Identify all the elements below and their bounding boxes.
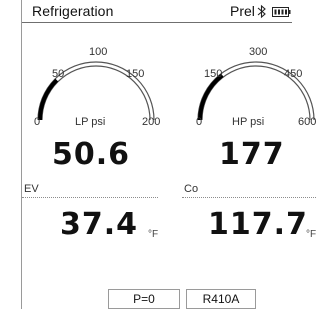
instrument-screen: Refrigeration Prel 0 50 100 150 200 LP p…	[22, 0, 320, 309]
app-title: Refrigeration	[32, 3, 114, 19]
ev-label: EV	[24, 183, 39, 195]
co-label: Co	[184, 183, 199, 195]
status-bar: Refrigeration Prel	[22, 0, 292, 23]
hp-gauge: 0 150 300 450 600 HP psi	[192, 24, 320, 132]
ev-value: 37.4	[60, 207, 139, 242]
lp-tick-label: 150	[126, 68, 145, 80]
hp-tick-label: 450	[284, 68, 303, 80]
hp-tick-label: 300	[249, 46, 268, 58]
co-separator	[182, 197, 316, 198]
lp-tick-label: 200	[142, 116, 161, 128]
refrigerant-select-button[interactable]: R410A	[186, 289, 256, 309]
co-unit: °F	[306, 229, 317, 240]
hp-value: 177	[219, 137, 285, 172]
lp-tick-label: 100	[89, 46, 108, 58]
lp-value: 50.6	[52, 137, 131, 172]
hp-tick-label: 0	[196, 116, 203, 128]
hp-tick-label: 600	[298, 116, 317, 128]
bluetooth-icon	[257, 4, 266, 19]
mode-indicator: Prel	[230, 3, 255, 19]
hp-gauge-fill	[198, 73, 224, 121]
co-value: 117.7	[208, 207, 308, 242]
lp-tick-label: 0	[34, 116, 41, 128]
battery-icon	[272, 7, 291, 17]
lp-tick-label: 50	[52, 68, 65, 80]
zero-pressure-button[interactable]: P=0	[108, 289, 180, 309]
lp-gauge: 0 50 100 150 200 LP psi	[32, 24, 160, 132]
ev-separator	[22, 197, 158, 198]
hp-unit-label: HP psi	[232, 116, 265, 128]
hp-tick-label: 150	[204, 68, 223, 80]
ev-unit: °F	[148, 229, 159, 240]
lp-unit-label: LP psi	[75, 116, 106, 128]
